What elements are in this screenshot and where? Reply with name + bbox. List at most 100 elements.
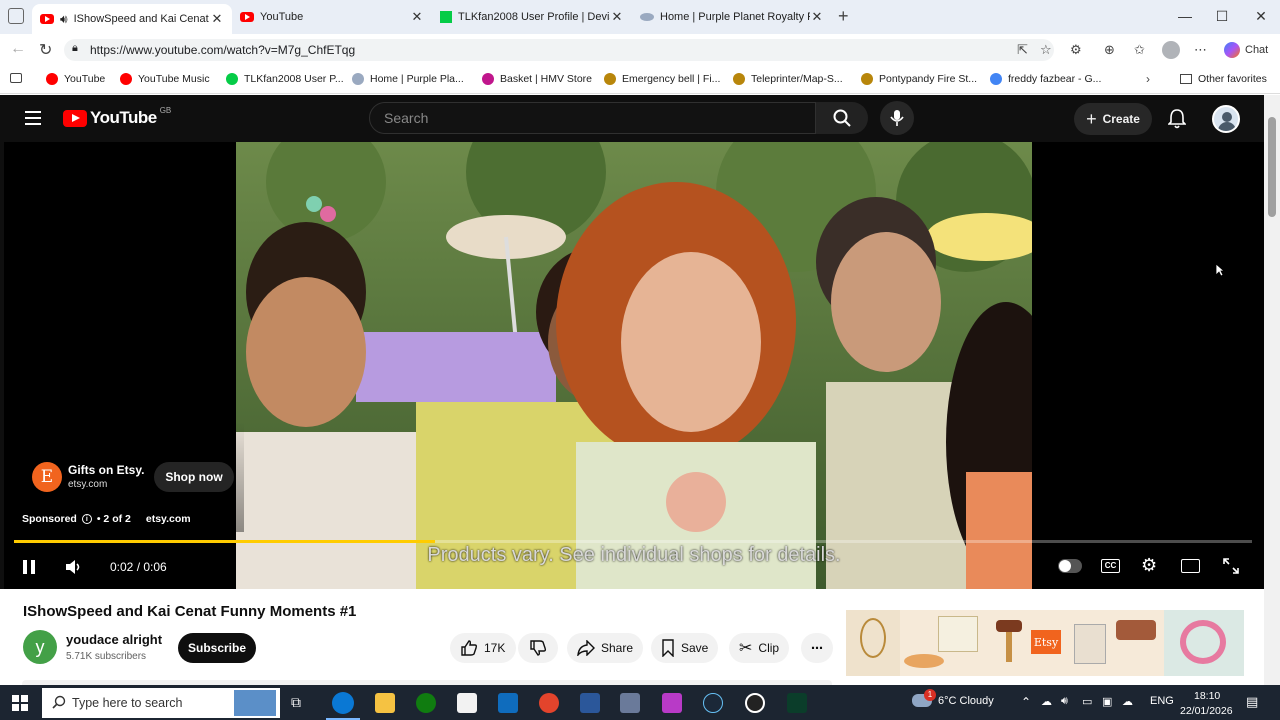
taskbar-search-input[interactable]: Type here to search: [42, 688, 280, 718]
tab-ishowspeed[interactable]: 🔊︎ IShowSpeed and Kai Cenat Fu ✕: [32, 4, 232, 34]
back-icon[interactable]: ←: [10, 40, 26, 58]
channel-avatar[interactable]: y: [23, 630, 57, 664]
edge-browser-icon[interactable]: [332, 692, 354, 714]
extensions-icon[interactable]: ⚙: [1070, 42, 1082, 58]
xbox-icon[interactable]: [416, 693, 436, 713]
editor-app-icon[interactable]: [620, 693, 640, 713]
autoplay-toggle[interactable]: [1058, 559, 1082, 573]
word-icon[interactable]: [580, 693, 600, 713]
open-in-app-icon[interactable]: ⇱: [1017, 42, 1028, 58]
subscribe-button[interactable]: Subscribe: [178, 633, 256, 663]
reading-list-icon[interactable]: [10, 73, 22, 83]
refresh-icon[interactable]: ↻: [39, 40, 52, 60]
tab-actions-icon[interactable]: [8, 8, 24, 24]
close-tab-icon[interactable]: ✕: [210, 11, 224, 27]
other-favorites[interactable]: Other favorites: [1180, 73, 1267, 85]
minimize-icon[interactable]: —: [1170, 8, 1200, 24]
video-title: IShowSpeed and Kai Cenat Funny Moments #…: [23, 603, 357, 620]
close-tab-icon[interactable]: ✕: [610, 9, 624, 25]
notification-center-icon[interactable]: ▤: [1246, 694, 1258, 710]
etsy-ad-banner[interactable]: Etsy: [846, 610, 1244, 676]
cloud-weather-icon[interactable]: 1: [912, 689, 936, 707]
account-avatar[interactable]: [1212, 105, 1240, 133]
tab-youtube[interactable]: YouTube ✕: [232, 4, 432, 30]
close-window-icon[interactable]: ✕: [1246, 8, 1276, 25]
tab-deviantart[interactable]: TLKfan2008 User Profile | Deviant ✕: [432, 4, 632, 30]
save-button[interactable]: Save: [651, 633, 719, 663]
etsy-logo[interactable]: E: [32, 462, 62, 492]
voice-search-button[interactable]: [880, 101, 914, 135]
tab-purpleplanet[interactable]: Home | Purple Planet Royalty Free ✕: [632, 4, 832, 30]
obs-icon[interactable]: [745, 693, 765, 713]
copilot-chat-button[interactable]: Chat: [1224, 42, 1268, 58]
media-app-icon[interactable]: [662, 693, 682, 713]
theater-mode-icon[interactable]: [1181, 559, 1200, 573]
pause-icon[interactable]: [22, 559, 36, 578]
battery-icon[interactable]: ▭: [1082, 695, 1092, 708]
outlook-icon[interactable]: [498, 693, 518, 713]
cloud-sync-icon[interactable]: ☁: [1122, 695, 1133, 708]
close-tab-icon[interactable]: ✕: [410, 9, 424, 25]
scrollbar-thumb[interactable]: [1268, 117, 1276, 217]
onedrive-icon[interactable]: ☁: [1041, 695, 1052, 708]
steam-icon[interactable]: [703, 693, 723, 713]
show-hidden-icons-icon[interactable]: ⌃: [1021, 695, 1031, 709]
like-button[interactable]: 17K: [450, 633, 516, 663]
ad-link[interactable]: etsy.com: [146, 513, 191, 525]
task-view-icon[interactable]: ⧉: [291, 694, 301, 711]
favorites-icon[interactable]: ✩: [1134, 42, 1145, 58]
clock-date[interactable]: 22/01/2026: [1180, 705, 1233, 717]
settings-gear-icon[interactable]: ⚙: [1141, 555, 1157, 576]
weather-text[interactable]: 6°C Cloudy: [938, 695, 994, 707]
profile-avatar-icon[interactable]: [1162, 41, 1180, 59]
bookmark-item[interactable]: Basket | HMV Store: [482, 73, 592, 85]
bookmark-item[interactable]: Pontypandy Fire St...: [861, 73, 977, 85]
share-button[interactable]: Share: [567, 633, 644, 663]
file-explorer-icon[interactable]: [375, 693, 395, 713]
new-tab-icon[interactable]: +: [838, 6, 849, 27]
bookmark-item[interactable]: Teleprinter/Map-S...: [733, 73, 843, 85]
ad-info-icon[interactable]: i: [81, 514, 92, 524]
bookmark-item[interactable]: YouTube: [46, 73, 105, 85]
bookmark-item[interactable]: freddy fazbear - G...: [990, 73, 1101, 85]
maximize-icon[interactable]: ☐: [1207, 8, 1237, 25]
bookmark-item[interactable]: TLKfan2008 User P...: [226, 73, 344, 85]
ad-advertiser[interactable]: Gifts on Etsy.: [68, 463, 144, 477]
page-scrollbar[interactable]: [1264, 95, 1280, 685]
bookmark-item[interactable]: Home | Purple Pla...: [352, 73, 464, 85]
terminal-app-icon[interactable]: [787, 693, 807, 713]
bookmark-item[interactable]: YouTube Music: [120, 73, 210, 85]
bookmark-favicon-icon: [604, 73, 616, 85]
speaker-tray-icon[interactable]: 🔊︎: [1061, 695, 1068, 708]
favorite-star-icon[interactable]: ☆: [1040, 42, 1052, 58]
close-tab-icon[interactable]: ✕: [810, 9, 824, 25]
channel-name[interactable]: youdace alright: [66, 632, 162, 647]
search-input[interactable]: Search: [369, 102, 816, 134]
volume-icon[interactable]: [64, 558, 82, 579]
video-player[interactable]: [4, 142, 1264, 589]
speaker-icon[interactable]: 🔊︎: [60, 12, 68, 27]
site-info-icon[interactable]: 🔒︎: [72, 42, 78, 55]
microsoft-store-icon[interactable]: [457, 693, 477, 713]
windows-start-icon[interactable]: [12, 695, 28, 716]
dislike-button[interactable]: [518, 633, 558, 663]
bookmark-item[interactable]: Emergency bell | Fi...: [604, 73, 720, 85]
search-button[interactable]: [816, 102, 868, 134]
youtube-logo[interactable]: YouTube GB: [63, 106, 171, 128]
clock-time[interactable]: 18:10: [1194, 690, 1220, 702]
more-actions-icon[interactable]: ⋯: [801, 633, 833, 663]
network-icon[interactable]: ▣: [1102, 695, 1112, 708]
url-bar[interactable]: 🔒︎ https://www.youtube.com/watch?v=M7g_C…: [64, 39, 1054, 61]
fullscreen-icon[interactable]: [1223, 558, 1239, 577]
hamburger-menu-icon[interactable]: [25, 111, 41, 125]
create-button[interactable]: + Create: [1074, 103, 1152, 135]
shop-now-button[interactable]: Shop now: [154, 462, 234, 492]
more-menu-icon[interactable]: ⋯: [1194, 42, 1207, 58]
powerpoint-icon[interactable]: [539, 693, 559, 713]
clip-button[interactable]: ✂ Clip: [729, 633, 790, 663]
closed-captions-icon[interactable]: CC: [1101, 559, 1120, 573]
browser-essentials-icon[interactable]: ⊕: [1104, 42, 1115, 58]
notifications-bell-icon[interactable]: [1167, 109, 1187, 134]
bookmarks-overflow-icon[interactable]: ›: [1146, 72, 1150, 86]
language-indicator[interactable]: ENG: [1150, 695, 1174, 707]
